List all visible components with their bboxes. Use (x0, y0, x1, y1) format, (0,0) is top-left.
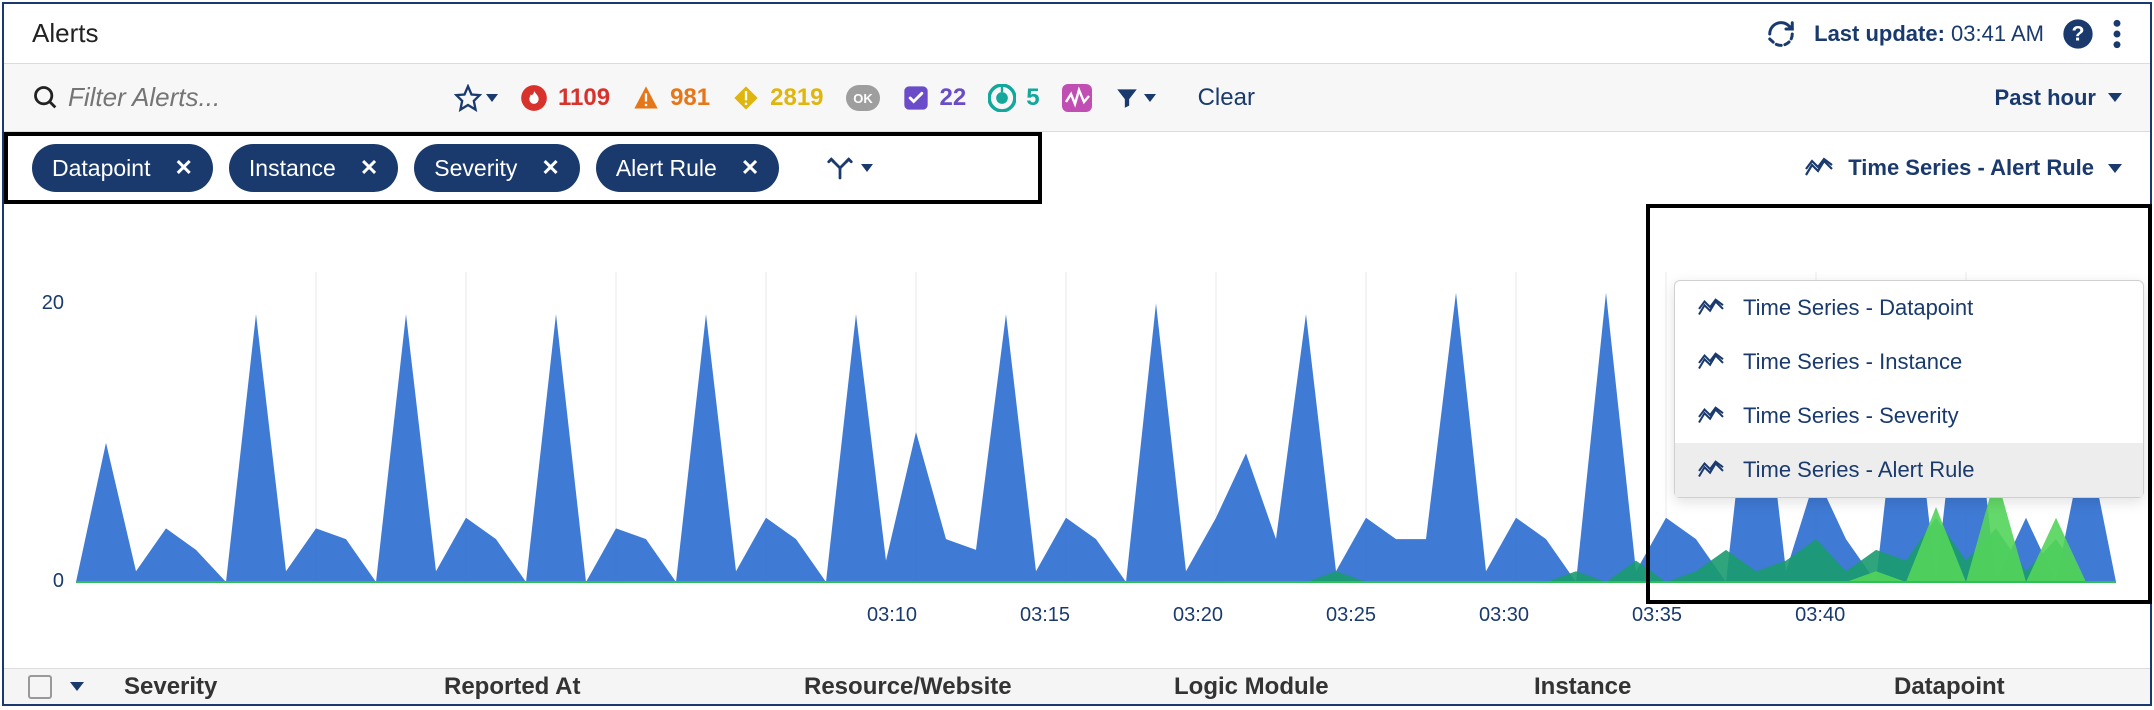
x-tick: 03:10 (867, 604, 917, 627)
dropdown-item-label: Time Series - Datapoint (1743, 295, 1973, 321)
th-reported-at[interactable]: Reported At (444, 673, 580, 701)
filter-alerts-box[interactable] (32, 82, 432, 113)
last-update-time: 03:41 AM (1951, 21, 2044, 46)
severity-confirm-count[interactable]: 22 (902, 84, 967, 112)
x-tick: 03:40 (1795, 604, 1845, 627)
dropdown-item-label: Time Series - Instance (1743, 349, 1962, 375)
kebab-menu-icon[interactable] (2112, 18, 2122, 50)
clear-button[interactable]: Clear (1198, 84, 1255, 112)
y-tick: 0 (24, 570, 64, 593)
th-datapoint[interactable]: Datapoint (1894, 673, 2005, 701)
x-tick: 03:15 (1020, 604, 1070, 627)
severity-critical-count[interactable]: 1109 (520, 84, 610, 112)
search-icon (32, 84, 60, 112)
anomaly-badge[interactable] (1062, 84, 1092, 112)
th-logic-module[interactable]: Logic Module (1174, 673, 1329, 701)
dropdown-item-datapoint[interactable]: Time Series - Datapoint (1675, 281, 2143, 335)
dropdown-item-label: Time Series - Alert Rule (1743, 457, 1974, 483)
page-title: Alerts (32, 18, 98, 49)
th-instance[interactable]: Instance (1534, 673, 1631, 701)
x-axis: 03:10 03:15 03:20 03:25 03:30 03:35 03:40 (76, 604, 2116, 632)
x-tick: 03:25 (1326, 604, 1376, 627)
th-resource[interactable]: Resource/Website (804, 673, 1012, 701)
chip-highlight (4, 132, 1042, 204)
dropdown-item-instance[interactable]: Time Series - Instance (1675, 335, 2143, 389)
x-tick: 03:20 (1173, 604, 1223, 627)
timeseries-dropdown: Time Series - Datapoint Time Series - In… (1674, 280, 2144, 498)
timerange-picker[interactable]: Past hour (1995, 85, 2122, 111)
severity-warning-count[interactable]: 2819 (732, 84, 823, 112)
favorites-filter[interactable] (454, 84, 498, 112)
filter-alerts-input[interactable] (68, 82, 408, 113)
x-tick: 03:35 (1632, 604, 1682, 627)
svg-text:OK: OK (853, 91, 873, 106)
funnel-filter[interactable] (1114, 85, 1156, 111)
sort-caret-icon[interactable] (70, 682, 84, 691)
severity-ack-count[interactable]: 5 (988, 84, 1039, 112)
severity-ok-badge[interactable]: OK (846, 85, 880, 111)
alerts-table-header: Severity Reported At Resource/Website Lo… (4, 668, 2150, 704)
timeseries-picker[interactable]: Time Series - Alert Rule (1804, 155, 2122, 181)
svg-text:?: ? (2071, 21, 2084, 45)
timeseries-picker-label: Time Series - Alert Rule (1848, 155, 2094, 181)
severity-error-count[interactable]: 981 (632, 84, 710, 112)
refresh-icon[interactable] (1766, 19, 1796, 49)
help-icon[interactable]: ? (2062, 18, 2094, 50)
dropdown-item-alert-rule[interactable]: Time Series - Alert Rule (1675, 443, 2143, 497)
th-severity[interactable]: Severity (124, 673, 217, 701)
x-tick: 03:30 (1479, 604, 1529, 627)
last-update-label: Last update: 03:41 AM (1814, 21, 2044, 47)
dropdown-item-severity[interactable]: Time Series - Severity (1675, 389, 2143, 443)
select-all-checkbox[interactable] (28, 675, 52, 699)
y-tick: 20 (24, 292, 64, 315)
dropdown-item-label: Time Series - Severity (1743, 403, 1959, 429)
